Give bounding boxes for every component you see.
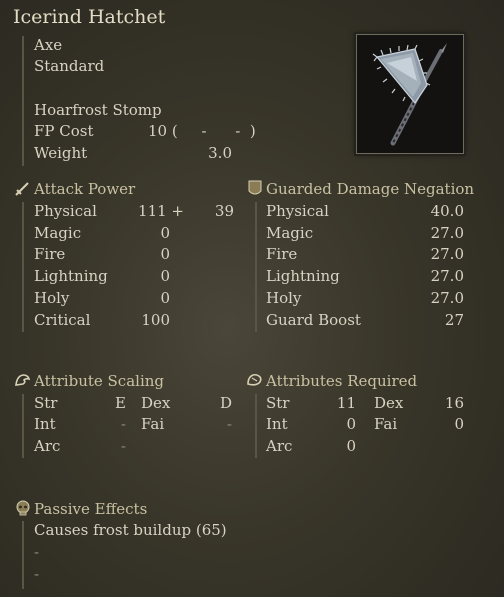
gn-label: Fire [266,245,298,263]
scaling-fai-label: Fai [141,415,165,433]
ap-label: Fire [34,245,66,263]
req-arc-value: 0 [346,437,356,455]
hand-icon [247,373,262,386]
scaling-arc-value: - [120,437,126,455]
gn-label: Lightning [266,267,340,285]
passive-divider [22,521,24,589]
scaling-arc-label: Arc [34,437,61,455]
gn-value: 27 [444,311,464,329]
req-fai-label: Fai [374,415,398,433]
passive-effects-header: Passive Effects [34,500,148,518]
ap-label: Holy [34,289,70,307]
passive-effect-line: Causes frost buildup (65) [34,521,227,539]
weight-value: 3.0 [208,144,232,162]
gn-value: 27.0 [430,267,464,285]
scaling-dex-label: Dex [141,394,171,412]
ap-value: 0 [160,267,170,285]
scaling-str-value: E [115,394,126,412]
req-int-value: 0 [346,415,356,433]
guard-divider [255,202,257,332]
fp-cost-label: FP Cost [34,122,94,140]
req-dex-label: Dex [374,394,404,412]
weapon-type: Axe [34,36,63,54]
req-int-label: Int [266,415,288,433]
weapon-skill: Hoarfrost Stomp [34,101,162,119]
fp-cost-value: 10 ( - - ) [148,122,256,140]
weapon-affinity: Standard [34,57,105,75]
ap-value: 0 [160,289,170,307]
scaling-str-label: Str [34,394,58,412]
sword-icon [15,182,29,196]
attribute-scaling-header: Attribute Scaling [34,372,165,390]
skull-icon [16,500,30,516]
gn-value: 27.0 [430,289,464,307]
ap-value: 0 [160,245,170,263]
attributes-required-header: Attributes Required [266,372,418,390]
scaling-divider [22,394,24,458]
gn-value: 27.0 [430,245,464,263]
req-dex-value: 16 [444,394,464,412]
required-divider [255,394,257,458]
info-divider [22,36,24,166]
ap-label: Physical [34,202,97,220]
scaling-dex-value: D [219,394,232,412]
gn-value: 40.0 [430,202,464,220]
req-arc-label: Arc [266,437,293,455]
ap-label: Critical [34,311,91,329]
passive-effect-line: - [34,565,40,583]
gn-label: Guard Boost [266,311,361,329]
weight-label: Weight [34,144,88,162]
ap-extra: 39 [214,202,234,220]
req-fai-value: 0 [454,415,464,433]
scaling-int-label: Int [34,415,56,433]
weapon-title: Icerind Hatchet [13,6,166,28]
ap-label: Magic [34,224,82,242]
gn-value: 27.0 [430,224,464,242]
gn-label: Magic [266,224,314,242]
ap-label: Lightning [34,267,108,285]
attack-power-header: Attack Power [34,180,136,198]
ap-value: 0 [160,224,170,242]
ap-value: 100 [141,311,170,329]
guarded-negation-header: Guarded Damage Negation [266,180,475,198]
scaling-fai-value: - [226,415,232,433]
gn-label: Holy [266,289,302,307]
scaling-int-value: - [120,415,126,433]
shield-icon [248,180,262,195]
passive-effect-line: - [34,543,40,561]
weapon-portrait [356,34,464,154]
req-str-value: 11 [336,394,356,412]
arm-icon [15,374,31,386]
gn-label: Physical [266,202,329,220]
icerind-hatchet-icon [372,43,447,146]
ap-value: 111 + [138,202,184,220]
attack-divider [22,202,24,332]
req-str-label: Str [266,394,290,412]
